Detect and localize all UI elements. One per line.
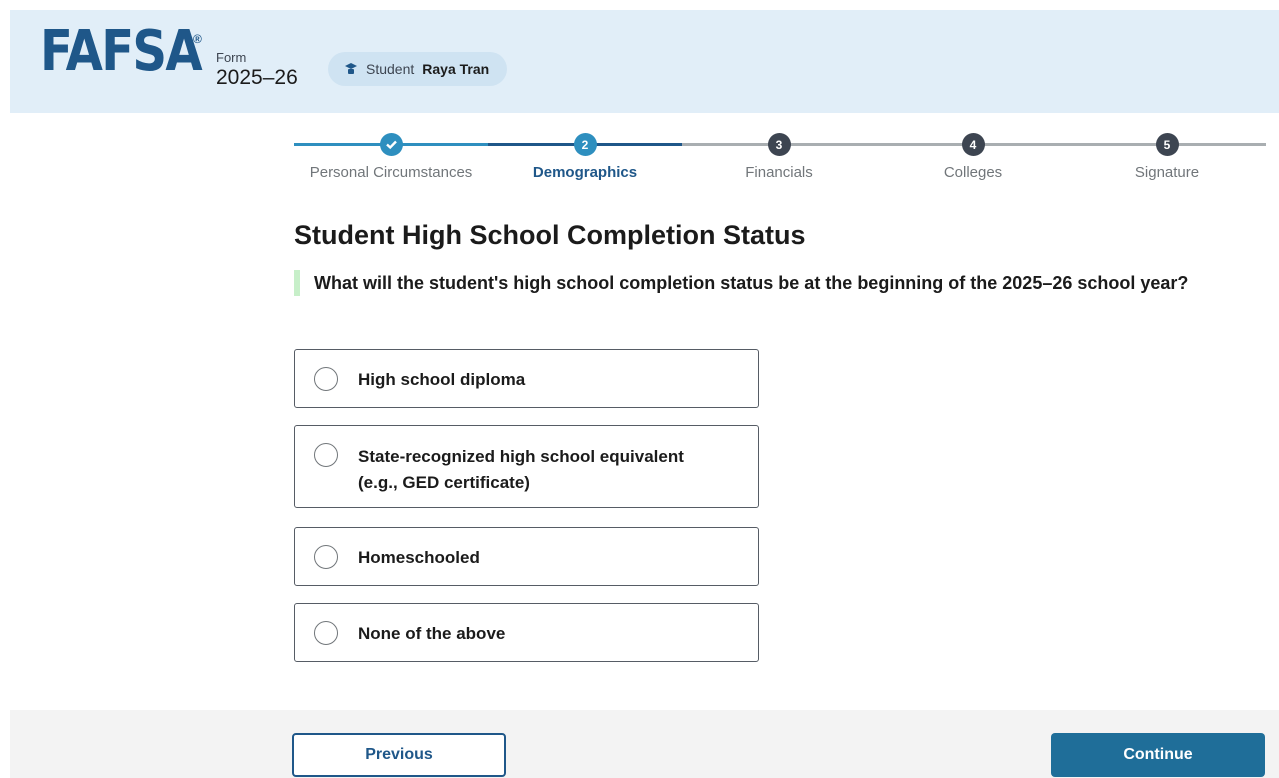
option-label: None of the above: [358, 624, 506, 643]
step-number: 3: [767, 133, 791, 156]
radio-button[interactable]: [314, 367, 338, 391]
option-label: High school diploma: [358, 370, 526, 389]
site-header: FAFSA ® Form 2025–26 Student Raya Tran: [10, 10, 1279, 113]
question-text: What will the student's high school comp…: [294, 270, 1194, 296]
step-demographics[interactable]: 2 Demographics: [488, 130, 682, 181]
fafsa-logo: FAFSA: [40, 19, 203, 84]
radio-button[interactable]: [314, 621, 338, 645]
previous-button[interactable]: Previous: [292, 733, 506, 777]
step-number: 2: [573, 133, 597, 156]
option-high-school-diploma[interactable]: High school diploma: [294, 349, 759, 408]
option-none-of-the-above[interactable]: None of the above: [294, 603, 759, 662]
option-label: State-recognized high school equivalent: [358, 447, 684, 466]
progress-stepper: Personal Circumstances 2 Demographics 3 …: [294, 130, 1266, 190]
step-personal-circumstances[interactable]: Personal Circumstances: [294, 130, 488, 181]
step-label: Colleges: [943, 164, 1003, 181]
step-financials[interactable]: 3 Financials: [682, 130, 876, 181]
page-title: Student High School Completion Status: [294, 220, 806, 250]
step-label: Signature: [1134, 164, 1200, 181]
option-label: Homeschooled: [358, 548, 480, 567]
continue-button[interactable]: Continue: [1051, 733, 1265, 777]
student-role: Student: [366, 61, 415, 77]
option-state-recognized-equivalent[interactable]: State-recognized high school equivalent …: [294, 425, 759, 508]
option-label-detail: (e.g., GED certificate): [358, 473, 530, 492]
student-name: Raya Tran: [422, 61, 490, 77]
student-graduate-icon: [344, 62, 358, 76]
radio-button[interactable]: [314, 545, 338, 569]
option-homeschooled[interactable]: Homeschooled: [294, 527, 759, 586]
student-badge[interactable]: Student Raya Tran: [328, 52, 508, 86]
step-colleges[interactable]: 4 Colleges: [876, 130, 1070, 181]
step-number: 4: [961, 133, 985, 156]
step-label: Demographics: [532, 164, 638, 181]
form-year: 2025–26: [216, 66, 298, 89]
step-number: 5: [1155, 133, 1179, 156]
step-label: Personal Circumstances: [309, 164, 473, 181]
step-label: Financials: [745, 164, 813, 181]
registered-mark: ®: [193, 32, 202, 46]
step-signature[interactable]: 5 Signature: [1070, 130, 1264, 181]
radio-button[interactable]: [314, 443, 338, 467]
form-label: Form: [216, 50, 247, 65]
checkmark-icon: [379, 133, 403, 156]
